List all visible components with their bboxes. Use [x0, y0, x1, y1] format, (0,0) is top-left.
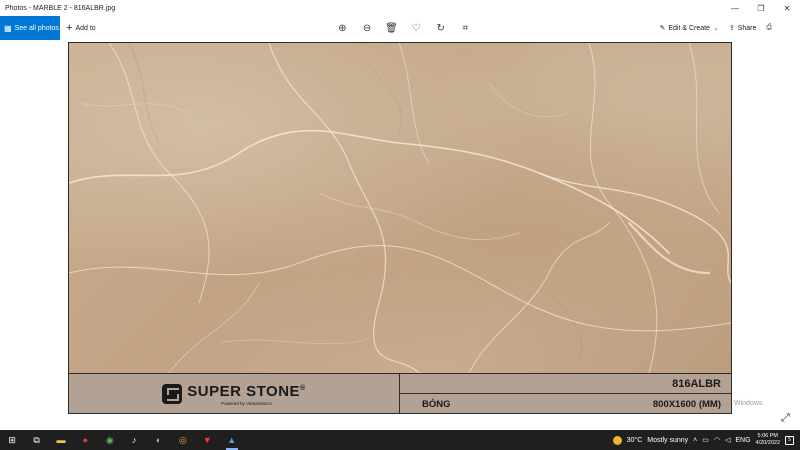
crop-icon[interactable]: ⌗	[453, 23, 478, 34]
weather-text[interactable]: Mostly sunny	[647, 437, 688, 444]
share-icon: ⇪	[728, 25, 735, 32]
notification-icon[interactable]: 5	[785, 435, 794, 445]
rotate-icon[interactable]: ↻	[428, 23, 453, 34]
minimize-button[interactable]: —	[722, 0, 748, 16]
windows-logo-icon: ⊞	[8, 434, 16, 445]
image-tools: ⊕ ⊖ 🗑 ♡ ↻ ⌗	[330, 16, 478, 40]
super-stone-logo-icon	[162, 384, 183, 404]
photos-icon: ▲	[227, 435, 237, 445]
product-info: 816ALBR BÓNG 800X1600 (MM)	[400, 374, 731, 414]
weather-temp[interactable]: 30°C	[627, 437, 643, 444]
taskbar-app-green[interactable]: ◉	[98, 430, 122, 450]
share-button[interactable]: ⇪ Share	[728, 24, 757, 33]
brand-text: SUPER STONE® Powered by Vietceramics	[187, 383, 305, 406]
wifi-icon[interactable]: ◠	[714, 436, 720, 444]
system-tray: 30°C Mostly sunny ˄ ▭ ◠ ◁ ENG 5:06 PM 4/…	[612, 430, 800, 450]
app-green-icon: ◉	[105, 434, 114, 445]
gallery-icon: ▦	[4, 23, 12, 33]
edit-create-button[interactable]: ✎ Edit & Create ⌄	[659, 24, 719, 33]
window-title: Photos - MARBLE 2 - 816ALBR.jpg	[5, 4, 116, 12]
edit-create-label: Edit & Create	[668, 24, 710, 32]
fullscreen-icon[interactable]: ⤢	[781, 412, 790, 425]
taskbar-file-explorer[interactable]: ▬	[49, 430, 73, 450]
edit-icon: ✎	[659, 25, 666, 32]
delete-icon[interactable]: 🗑	[379, 23, 404, 34]
photo-image[interactable]: SUPER STONE® Powered by Vietceramics 816…	[68, 42, 732, 414]
chevron-up-icon[interactable]: ˄	[693, 437, 697, 444]
restore-button[interactable]: ❐	[748, 0, 774, 16]
chrome-icon: ◎	[179, 434, 187, 445]
tiktok-icon: ♪	[131, 435, 137, 445]
activate-windows-watermark: Windows.	[734, 400, 765, 407]
task-view-icon: ⧉	[33, 434, 40, 445]
marble-veins	[69, 43, 731, 373]
volume-icon[interactable]: ◁	[725, 436, 730, 444]
clock-time: 5:06 PM	[757, 433, 778, 439]
toolbar: ▦ See all photos + Add to ⊕ ⊖ 🗑 ♡ ↻ ⌗ ✎ …	[0, 16, 800, 40]
brand-name: SUPER STONE®	[187, 382, 306, 400]
task-view-button[interactable]: ⧉	[24, 430, 48, 450]
taskbar-photos[interactable]: ▲	[220, 430, 244, 450]
app-red-icon: ●	[82, 435, 89, 445]
language-indicator[interactable]: ENG	[735, 437, 750, 444]
taskbar-tiktok[interactable]: ♪	[122, 430, 146, 450]
add-to-button[interactable]: + Add to	[66, 22, 96, 34]
weather-icon[interactable]	[612, 435, 622, 445]
paint-icon: ◐	[155, 435, 162, 445]
taskbar-app-red[interactable]: ●	[73, 430, 97, 450]
product-size: 800X1600 (MM)	[652, 398, 721, 410]
clock-date: 4/20/2022	[755, 440, 780, 446]
product-finish: BÓNG	[422, 398, 451, 410]
zoom-in-icon[interactable]: ⊕	[330, 23, 355, 34]
chevron-down-icon: ⌄	[712, 25, 719, 32]
vivaldi-icon: ▼	[202, 435, 212, 445]
taskbar-vivaldi[interactable]: ▼	[195, 430, 219, 450]
clock[interactable]: 5:06 PM 4/20/2022	[756, 433, 780, 447]
marble-texture	[69, 43, 731, 373]
favorite-icon[interactable]: ♡	[404, 23, 429, 34]
taskbar-chrome[interactable]: ◎	[171, 430, 195, 450]
brand-logo: SUPER STONE® Powered by Vietceramics	[162, 383, 305, 406]
brand-box: SUPER STONE® Powered by Vietceramics	[69, 374, 400, 414]
right-tools: ✎ Edit & Create ⌄ ⇪ Share ⎙	[659, 16, 772, 40]
window-controls: — ❐ ✕	[722, 0, 800, 16]
close-button[interactable]: ✕	[774, 0, 800, 16]
network-icon[interactable]: ▭	[702, 436, 709, 444]
zoom-out-icon[interactable]: ⊖	[355, 23, 380, 34]
taskbar-app-paint[interactable]: ◐	[146, 430, 170, 450]
product-code: 816ALBR	[400, 374, 731, 394]
add-to-label: Add to	[75, 24, 96, 32]
product-label: SUPER STONE® Powered by Vietceramics 816…	[69, 373, 731, 414]
plus-icon: +	[66, 22, 73, 34]
see-all-photos-label: See all photos	[14, 24, 59, 32]
title-bar: Photos - MARBLE 2 - 816ALBR.jpg — ❐ ✕	[0, 0, 800, 16]
brand-subtitle: Powered by Vietceramics	[221, 400, 272, 406]
product-details: BÓNG 800X1600 (MM)	[400, 394, 731, 414]
start-button[interactable]: ⊞	[0, 430, 24, 450]
print-button[interactable]: ⎙	[766, 24, 772, 32]
see-all-photos-button[interactable]: ▦ See all photos	[0, 16, 60, 40]
print-icon: ⎙	[766, 24, 772, 31]
taskbar: ⊞ ⧉ ▬ ● ◉ ♪ ◐ ◎ ▼ ▲ 30°C Mostly sunny ˄ …	[0, 430, 800, 450]
folder-icon: ▬	[56, 435, 66, 445]
share-label: Share	[737, 24, 757, 32]
